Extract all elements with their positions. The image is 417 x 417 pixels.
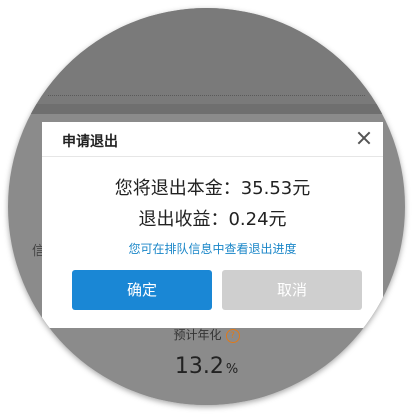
background-strip [8, 104, 405, 114]
close-icon[interactable] [355, 129, 373, 147]
annual-rate-unit: % [225, 362, 239, 377]
confirm-button[interactable]: 确定 [72, 270, 212, 310]
magnifier-view: 信 预计年化? 13.2% 申请退出 您将退出本金：35.53元 退出收益：0.… [8, 8, 405, 405]
annual-rate-label: 预计年化 [173, 328, 222, 342]
annual-rate-label-row: 预计年化? [8, 326, 405, 343]
annual-rate-value-row: 13.2% [8, 354, 405, 379]
background-divider [48, 95, 365, 96]
help-icon[interactable]: ? [225, 328, 240, 343]
dialog-title: 申请退出 [62, 134, 118, 150]
annual-rate-value: 13.2 [174, 354, 224, 379]
background-header [8, 8, 405, 112]
dialog-header: 申请退出 [42, 122, 383, 157]
income-message: 退出收益：0.24元 [138, 209, 287, 230]
principal-message: 您将退出本金：35.53元 [114, 178, 311, 199]
cancel-button[interactable]: 取消 [222, 270, 362, 310]
withdraw-dialog: 申请退出 您将退出本金：35.53元 退出收益：0.24元 您可在排队信息中查看… [42, 122, 383, 328]
progress-link[interactable]: 您可在排队信息中查看退出进度 [42, 240, 383, 257]
